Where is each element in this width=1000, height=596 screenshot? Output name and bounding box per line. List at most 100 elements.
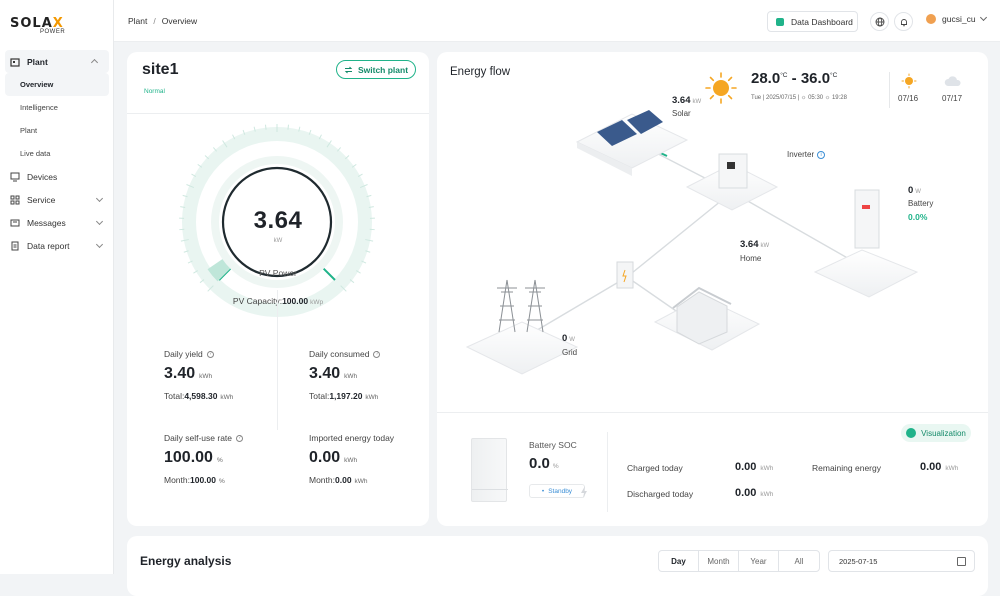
discharged-today-value: 0.00 kWh xyxy=(735,487,773,499)
pv-power-value: 3.64 xyxy=(127,207,429,235)
stat-sub-unit: kWh xyxy=(220,394,233,401)
stat-imported-energy: Imported energy today 0.00kWh Month:0.00… xyxy=(309,433,429,485)
meter-icon xyxy=(617,262,633,288)
chevron-down-icon xyxy=(96,241,103,248)
info-icon[interactable]: i xyxy=(817,151,825,159)
stat-sub-label: Month: xyxy=(164,475,190,485)
battery-value: 0 xyxy=(908,185,913,196)
stat-sub-value: 1,197.20 xyxy=(329,391,362,401)
help-icon[interactable]: ? xyxy=(207,351,214,358)
standby-dot-icon: • xyxy=(542,488,544,495)
period-day-button[interactable]: Day xyxy=(659,551,699,571)
status-badge: Normal xyxy=(144,88,165,95)
battery-state-badge: • Standby xyxy=(529,484,585,498)
period-year-button[interactable]: Year xyxy=(739,551,779,571)
sidebar-item-messages[interactable]: Messages xyxy=(0,211,114,234)
temp-high: 36.0 xyxy=(801,70,830,87)
sidebar-subitem-intelligence[interactable]: Intelligence xyxy=(0,96,114,119)
stat-label: Daily yield xyxy=(164,349,203,359)
stat-daily-yield: Daily yield? 3.40kWh Total:4,598.30kWh xyxy=(164,349,284,401)
inverter-label-text: Inverter xyxy=(787,150,814,159)
battery-icon xyxy=(815,190,917,297)
energy-flow-card: Energy flow 28.0°C - 36.0°C Tue | 2025/0… xyxy=(437,52,988,526)
remaining-energy-value: 0.00kWh xyxy=(920,461,958,473)
help-icon[interactable]: ? xyxy=(373,351,380,358)
swap-icon xyxy=(344,66,353,74)
avatar xyxy=(926,14,936,24)
sidebar-subitem-live-data[interactable]: Live data xyxy=(0,142,114,165)
visualization-button[interactable]: Visualization xyxy=(901,424,971,442)
data-dashboard-button[interactable]: Data Dashboard xyxy=(767,11,858,32)
devices-icon xyxy=(10,172,20,182)
breadcrumb-plant[interactable]: Plant xyxy=(128,16,147,26)
stat-label: Imported energy today xyxy=(309,433,394,443)
home-icon xyxy=(655,288,759,350)
temp-unit: °C xyxy=(780,72,787,79)
dashboard-icon xyxy=(776,18,784,26)
stat-unit: kWh xyxy=(344,457,357,464)
row-unit: kWh xyxy=(945,465,958,472)
visualization-icon xyxy=(906,428,916,438)
report-icon xyxy=(10,241,20,251)
pv-power-unit: kW xyxy=(127,238,429,244)
sidebar-item-label: Data report xyxy=(27,241,70,251)
notifications-button[interactable] xyxy=(894,12,913,31)
stat-sub-label: Total: xyxy=(164,391,184,401)
stat-value: 100.00 xyxy=(164,449,213,466)
home-value: 3.64 xyxy=(740,239,759,250)
battery-unit: W xyxy=(915,189,921,195)
row-unit: kWh xyxy=(760,491,773,498)
soc-value: 0.0 xyxy=(529,455,550,472)
pv-power-label: PV Power xyxy=(127,268,429,278)
home-power-value: 3.64kW xyxy=(740,239,769,250)
switch-plant-button[interactable]: Switch plant xyxy=(336,60,416,79)
sidebar-item-data-report[interactable]: Data report xyxy=(0,234,114,257)
soc-unit: % xyxy=(553,463,559,470)
breadcrumb: Plant / Overview xyxy=(128,16,197,26)
data-dashboard-label: Data Dashboard xyxy=(791,17,853,27)
user-menu[interactable]: gucsi_cu xyxy=(926,14,986,24)
period-month-button[interactable]: Month xyxy=(699,551,739,571)
stat-sub-unit: % xyxy=(219,478,225,485)
sidebar-item-label: Plant xyxy=(27,57,48,67)
site-name: site1 xyxy=(142,61,178,79)
inverter-label[interactable]: Inverteri xyxy=(787,150,825,159)
solar-unit: kW xyxy=(693,99,702,105)
sidebar-item-plant[interactable]: Plant xyxy=(5,50,109,73)
language-button[interactable] xyxy=(870,12,889,31)
grid-tower-icon xyxy=(467,280,577,374)
switch-plant-label: Switch plant xyxy=(358,65,408,75)
solar-label: Solar xyxy=(672,109,691,118)
sidebar-item-label: Messages xyxy=(27,218,66,228)
pv-capacity-value: 100.00 xyxy=(282,296,308,306)
inverter-icon xyxy=(687,154,777,210)
energy-analysis-title: Energy analysis xyxy=(140,554,231,568)
charged-today-value: 0.00kWh xyxy=(735,461,773,473)
period-all-button[interactable]: All xyxy=(779,551,819,571)
stat-unit: kWh xyxy=(199,373,212,380)
sidebar-item-devices[interactable]: Devices xyxy=(0,165,114,188)
stat-sub-label: Total: xyxy=(309,391,329,401)
row-value: 0.00 xyxy=(735,487,756,499)
grid-unit: W xyxy=(569,337,575,343)
charged-today-label: Charged today xyxy=(627,463,683,473)
battery-state-text: Standby xyxy=(548,488,572,495)
help-icon[interactable]: ? xyxy=(236,435,243,442)
date-value: 2025-07-15 xyxy=(839,557,877,566)
battery-power-value: 0W xyxy=(908,185,921,196)
breadcrumb-overview: Overview xyxy=(162,16,197,26)
sidebar-subitem-plant[interactable]: Plant xyxy=(0,119,114,142)
solax-logo[interactable]: SOLAX POWER xyxy=(10,14,70,40)
stat-sub-unit: kWh xyxy=(355,478,368,485)
sidebar-subitem-overview[interactable]: Overview xyxy=(5,73,109,96)
divider xyxy=(127,113,429,114)
stat-unit: kWh xyxy=(344,373,357,380)
home-label: Home xyxy=(740,254,761,263)
breadcrumb-separator: / xyxy=(153,16,155,26)
date-picker[interactable]: 2025-07-15 xyxy=(828,550,975,572)
pv-capacity-unit: kWp xyxy=(310,299,323,306)
sidebar-item-service[interactable]: Service xyxy=(0,188,114,211)
site-card: site1 Normal Switch plant 3.64 kW PV Pow… xyxy=(127,52,429,526)
sidebar-nav: Plant Overview Intelligence Plant Live d… xyxy=(0,50,114,257)
stat-label: Daily self-use rate xyxy=(164,433,232,443)
